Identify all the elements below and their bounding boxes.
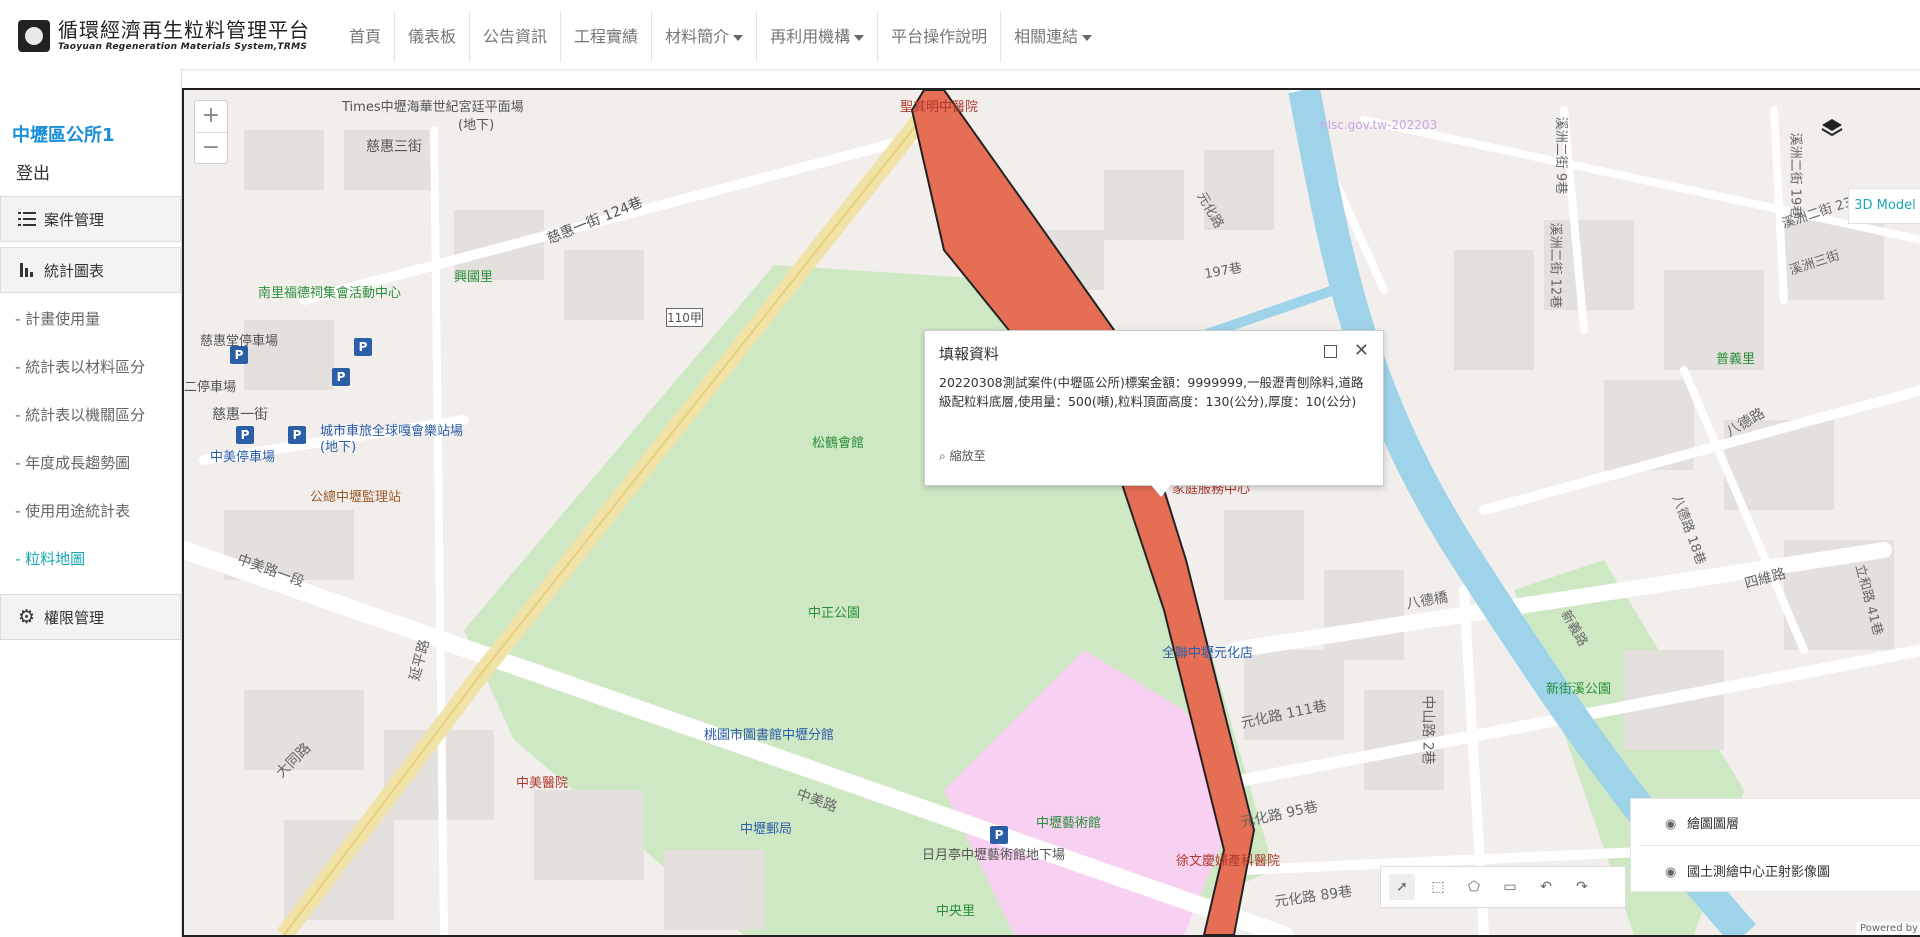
gear-icon: ⚙	[18, 606, 36, 628]
sub-plan-usage[interactable]: - 計畫使用量	[15, 308, 100, 329]
map-label-cihui1: 慈惠一街	[212, 407, 268, 423]
top-navbar: 循環經濟再生粒料管理平台 Taoyuan Regeneration Materi…	[0, 0, 1920, 70]
zoom-in-button[interactable]: +	[195, 101, 227, 133]
brand-subtitle: Taoyuan Regeneration Materials System,TR…	[58, 42, 308, 52]
menu-case-management-label: 案件管理	[44, 210, 105, 229]
map-label-xizhou2-9: 溪洲二街 9巷	[1553, 116, 1569, 195]
eye-icon[interactable]: ◉	[1665, 865, 1679, 880]
select-pointer-icon[interactable]: ➚	[1389, 874, 1415, 900]
brand[interactable]: 循環經濟再生粒料管理平台 Taoyuan Regeneration Materi…	[18, 13, 310, 59]
map-label-post: 中壢郵局	[740, 822, 793, 837]
maximize-icon[interactable]	[1324, 345, 1337, 358]
list-icon	[18, 210, 36, 228]
sub-stats-by-material[interactable]: - 統計表以材料區分	[15, 356, 145, 377]
parking-icon: P	[288, 426, 306, 444]
menu-statistics-label: 統計圖表	[44, 261, 105, 280]
eye-icon[interactable]: ◉	[1665, 817, 1679, 832]
nav-dashboard[interactable]: 儀表板	[395, 12, 471, 62]
nav-projects[interactable]: 工程實績	[561, 12, 653, 62]
map-label-parking-art: 日月亭中壢藝術館地下場	[922, 848, 1066, 863]
map-label-art-hall: 中壢藝術館	[1036, 816, 1102, 831]
powered-by: Powered by	[1856, 922, 1920, 935]
draw-toolbar: ➚ ⬚ ⬠ ▭ ↶ ↷	[1380, 866, 1626, 908]
map-label-nanli-center: 南里福德祠集會活動中心	[258, 286, 402, 301]
main-nav: 首頁 儀表板 公告資訊 工程實績 材料簡介 再利用機構 平台操作說明 相關連結	[336, 12, 1105, 62]
3d-model-button[interactable]: 3D Model	[1848, 188, 1920, 224]
map-label-zhongzheng-park: 中正公園	[808, 606, 861, 621]
map-label-puyi: 普義里	[1716, 352, 1756, 367]
nav-announcements[interactable]: 公告資訊	[470, 12, 562, 62]
map-label-cihui3: 慈惠三街	[366, 139, 422, 155]
rectangle-draw-icon[interactable]: ▭	[1497, 874, 1523, 900]
sub-annual-growth[interactable]: - 年度成長趨勢圖	[15, 452, 130, 473]
sub-aggregate-map[interactable]: - 粒料地圖	[15, 548, 85, 569]
close-icon[interactable]: ✕	[1354, 340, 1369, 361]
parking-icon: P	[230, 346, 248, 364]
sub-usage-purpose[interactable]: - 使用用途統計表	[15, 500, 130, 521]
zoom-out-button[interactable]: −	[195, 133, 227, 164]
brand-logo-icon	[18, 20, 50, 52]
map-label-xingguoli: 興國里	[454, 270, 494, 285]
map-label-quanlian: 全聯中壢元化店	[1162, 646, 1254, 661]
map-label-zhongmei-parking: 中美停車場	[210, 450, 276, 465]
bar-chart-icon	[18, 261, 36, 279]
box-select-icon[interactable]: ⬚	[1425, 874, 1451, 900]
nav-operation-guide[interactable]: 平台操作說明	[878, 12, 1002, 62]
parking-icon: P	[990, 826, 1008, 844]
map-label-parking2: 二停車場	[184, 380, 237, 395]
undo-icon[interactable]: ↶	[1533, 874, 1559, 900]
map-label-zhongyang: 中央里	[936, 904, 976, 919]
layer-legend: ◉ 繪圖圖層 ◉ 國土測繪中心正射影像圖	[1630, 798, 1920, 892]
report-popup: 填報資料 ✕ 20220308測試案件(中壢區公所)標案金額：9999999,一…	[924, 330, 1384, 497]
map-label-nlsc-watermark: nlsc.gov.tw-202203	[1320, 118, 1438, 132]
parking-icon: P	[236, 426, 254, 444]
parking-icon: P	[332, 368, 350, 386]
user-name: 中壢區公所1	[12, 125, 115, 146]
zoom-in-icon: ⌕	[939, 449, 946, 463]
legend-drawing-layer[interactable]: ◉ 繪圖圖層	[1665, 813, 1739, 832]
parking-icon: P	[354, 338, 372, 356]
map-label-bus-station-sub: (地下)	[320, 440, 357, 455]
logout-link[interactable]: 登出	[16, 159, 50, 184]
sidebar: 中壢區公所1 登出 案件管理 統計圖表 - 計畫使用量 - 統計表以材料區分 -…	[0, 69, 182, 937]
legend-orthophoto-layer[interactable]: ◉ 國土測繪中心正射影像圖	[1665, 861, 1830, 880]
map-label-hosp-top: 聖其明中醫院	[900, 100, 979, 115]
map-label-xinjiexi: 新街溪公園	[1546, 682, 1612, 697]
popup-body: 20220308測試案件(中壢區公所)標案金額：9999999,一般瀝青刨除料,…	[939, 375, 1364, 409]
menu-permission[interactable]: ⚙ 權限管理	[0, 594, 181, 640]
nav-related-links-dropdown[interactable]: 相關連結	[1001, 12, 1105, 62]
map-label-songhe: 松鶴會館	[812, 436, 865, 451]
nav-recycling-orgs-dropdown[interactable]: 再利用機構	[757, 12, 879, 62]
map-label-underground: (地下)	[458, 118, 495, 133]
map-label-gongzong: 公總中壢監理站	[310, 490, 402, 505]
menu-permission-label: 權限管理	[44, 608, 105, 627]
map-label-zhongshan2: 中山路 2巷	[1419, 695, 1436, 765]
map-label-xizhou2-19: 溪洲二街 19巷	[1787, 132, 1803, 219]
map-view[interactable]: Times中壢海華世紀宮廷平面場 (地下) 慈惠三街 慈惠一街 124巷 興國里…	[182, 88, 1920, 937]
popup-title: 填報資料	[939, 345, 1000, 363]
layers-icon[interactable]	[1820, 116, 1844, 140]
menu-case-management[interactable]: 案件管理	[0, 196, 181, 242]
map-label-xizhou2-12: 溪洲二街 12巷	[1547, 222, 1563, 309]
chevron-down-icon	[1082, 34, 1093, 41]
menu-statistics[interactable]: 統計圖表	[0, 247, 181, 293]
zoom-control: + −	[194, 100, 228, 164]
map-label-library: 桃園市圖書館中壢分館	[704, 728, 835, 743]
map-label-maternity: 徐文慶婦產科醫院	[1176, 854, 1281, 869]
popup-zoom-to-link[interactable]: ⌕ 縮放至	[939, 447, 986, 464]
redo-icon[interactable]: ↷	[1569, 874, 1595, 900]
brand-title: 循環經濟再生粒料管理平台	[58, 18, 310, 42]
nav-home[interactable]: 首頁	[336, 12, 396, 62]
map-label-road-110: 110甲	[667, 311, 702, 325]
polygon-draw-icon[interactable]: ⬠	[1461, 874, 1487, 900]
nav-materials-dropdown[interactable]: 材料簡介	[652, 12, 758, 62]
map-label-zhongmei-hosp: 中美醫院	[516, 776, 569, 791]
map-label-times-parking: Times中壢海華世紀宮廷平面場	[342, 100, 524, 115]
chevron-down-icon	[854, 34, 865, 41]
sub-stats-by-agency[interactable]: - 統計表以機關區分	[15, 404, 145, 425]
chevron-down-icon	[733, 34, 744, 41]
